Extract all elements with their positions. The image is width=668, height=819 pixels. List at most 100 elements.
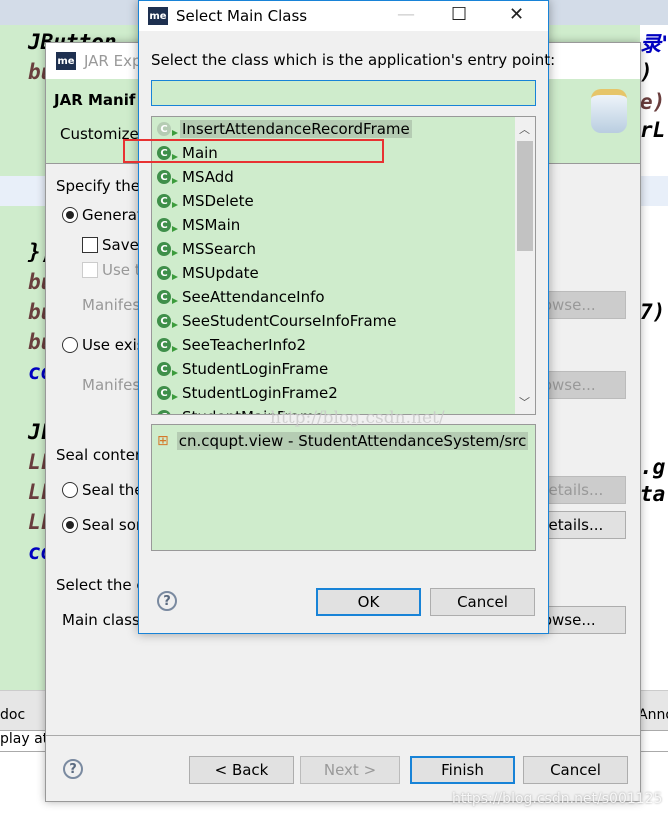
ok-button[interactable]: OK bbox=[316, 588, 421, 616]
code-fragment: 7) bbox=[640, 300, 666, 324]
runnable-icon bbox=[172, 130, 178, 136]
browse-existing-button[interactable]: rowse... bbox=[536, 371, 626, 399]
class-name: StudentLoginFrame2 bbox=[182, 384, 338, 402]
runnable-icon bbox=[172, 274, 178, 280]
class-name: MSUpdate bbox=[182, 264, 259, 282]
class-name: SeeAttendanceInfo bbox=[182, 288, 325, 306]
annotations-tab[interactable]: Anno bbox=[638, 707, 668, 723]
jar-icon bbox=[591, 89, 627, 133]
class-list-item[interactable]: C SeeAttendanceInfo bbox=[152, 285, 535, 309]
page-title: JAR Manif bbox=[54, 91, 136, 109]
manifest-file-label: Manifes bbox=[82, 296, 141, 314]
class-icon: C bbox=[157, 170, 171, 184]
minimize-icon[interactable]: — bbox=[397, 4, 415, 25]
javadoc-tab[interactable]: doc bbox=[0, 707, 25, 723]
package-label: cn.cqupt.view - StudentAttendanceSystem/… bbox=[176, 432, 529, 450]
watermark: http://blog.csdn.net/ bbox=[270, 408, 445, 428]
help-icon[interactable]: ? bbox=[157, 591, 177, 611]
class-list-item[interactable]: C StudentLoginFrame2 bbox=[152, 381, 535, 405]
browse-manifest-button[interactable]: rowse... bbox=[536, 291, 626, 319]
class-list-item[interactable]: C InsertAttendanceRecordFrame bbox=[152, 117, 535, 141]
runnable-icon bbox=[172, 322, 178, 328]
footer-divider bbox=[46, 735, 640, 736]
scroll-up-icon[interactable]: ︿ bbox=[519, 121, 530, 137]
seal-some-packages-radio[interactable] bbox=[62, 517, 78, 533]
seal-jar-radio[interactable] bbox=[62, 482, 78, 498]
browse-main-class-button[interactable]: rowse... bbox=[536, 606, 626, 634]
class-icon: C bbox=[157, 122, 171, 136]
class-icon: C bbox=[157, 242, 171, 256]
use-saved-manifest-label: Use t bbox=[102, 261, 141, 279]
class-list-item[interactable]: C SeeTeacherInfo2 bbox=[152, 333, 535, 357]
next-button[interactable]: Next > bbox=[300, 756, 400, 784]
manifest-file-label-2: Manifes bbox=[82, 376, 141, 394]
class-list-item[interactable]: C StudentLoginFrame bbox=[152, 357, 535, 381]
runnable-icon bbox=[172, 370, 178, 376]
class-list-item[interactable]: C MSSearch bbox=[152, 237, 535, 261]
runnable-icon bbox=[172, 298, 178, 304]
use-existing-manifest-label: Use exis bbox=[82, 336, 145, 354]
generate-manifest-radio[interactable] bbox=[62, 207, 78, 223]
back-button[interactable]: < Back bbox=[189, 756, 294, 784]
jar-dialog-title: JAR Exp bbox=[84, 52, 142, 70]
maximize-icon[interactable]: ☐ bbox=[451, 4, 467, 25]
code-fragment: ta bbox=[640, 482, 666, 506]
main-class-label: Main class: bbox=[62, 611, 145, 629]
select-main-class-dialog: me Select Main Class — ☐ ✕ Select the cl… bbox=[138, 0, 555, 634]
class-icon: C bbox=[157, 314, 171, 328]
class-name: StudentLoginFrame bbox=[182, 360, 329, 378]
specify-label: Specify the bbox=[56, 177, 140, 195]
scrollbar-thumb[interactable] bbox=[517, 141, 533, 251]
save-manifest-label: Save bbox=[102, 236, 139, 254]
package-icon: ⊞ bbox=[157, 433, 169, 449]
runnable-icon bbox=[172, 250, 178, 256]
runnable-icon bbox=[172, 202, 178, 208]
help-icon[interactable]: ? bbox=[63, 759, 83, 779]
close-icon[interactable]: ✕ bbox=[509, 4, 524, 25]
use-saved-manifest-checkbox[interactable] bbox=[82, 262, 98, 278]
class-list-item[interactable]: C SeeStudentCourseInfoFrame bbox=[152, 309, 535, 333]
class-icon: C bbox=[157, 410, 171, 414]
seal-jar-label: Seal the bbox=[82, 481, 144, 499]
cancel-button[interactable]: Cancel bbox=[523, 756, 628, 784]
class-icon: C bbox=[157, 194, 171, 208]
highlight-annotation-box bbox=[123, 139, 384, 163]
code-fragment: rL bbox=[640, 118, 666, 142]
class-list-item[interactable]: C MSMain bbox=[152, 213, 535, 237]
class-filter-input[interactable] bbox=[151, 80, 536, 106]
class-name: InsertAttendanceRecordFrame bbox=[180, 120, 412, 138]
runnable-icon bbox=[172, 394, 178, 400]
use-existing-manifest-radio[interactable] bbox=[62, 337, 78, 353]
save-manifest-checkbox[interactable] bbox=[82, 237, 98, 253]
class-name: MSDelete bbox=[182, 192, 254, 210]
class-name: SeeStudentCourseInfoFrame bbox=[182, 312, 397, 330]
class-name: SeeTeacherInfo2 bbox=[182, 336, 307, 354]
class-icon: C bbox=[157, 218, 171, 232]
watermark: https://blog.csdn.net/s001125 bbox=[452, 791, 663, 807]
code-fragment: .g bbox=[640, 455, 666, 479]
class-icon: C bbox=[157, 290, 171, 304]
entry-point-prompt: Select the class which is the applicatio… bbox=[151, 51, 556, 69]
scroll-down-icon[interactable]: ﹀ bbox=[519, 394, 530, 410]
class-name: MSMain bbox=[182, 216, 241, 234]
package-list[interactable]: ⊞ cn.cqupt.view - StudentAttendanceSyste… bbox=[151, 424, 536, 551]
details-button-2[interactable]: Details... bbox=[536, 511, 626, 539]
class-name: MSSearch bbox=[182, 240, 256, 258]
eclipse-logo-icon: me bbox=[56, 52, 76, 70]
package-item[interactable]: ⊞ cn.cqupt.view - StudentAttendanceSyste… bbox=[152, 429, 535, 453]
class-icon: C bbox=[157, 386, 171, 400]
code-fragment: e) bbox=[640, 90, 666, 114]
details-button-1[interactable]: Details... bbox=[536, 476, 626, 504]
class-icon: C bbox=[157, 266, 171, 280]
code-fragment: 录"); bbox=[640, 32, 668, 56]
runnable-icon bbox=[172, 178, 178, 184]
class-list-item[interactable]: C MSUpdate bbox=[152, 261, 535, 285]
cancel-button[interactable]: Cancel bbox=[430, 588, 535, 616]
finish-button[interactable]: Finish bbox=[410, 756, 515, 784]
class-icon: C bbox=[157, 362, 171, 376]
class-list-scrollbar[interactable]: ︿ ﹀ bbox=[515, 117, 535, 414]
eclipse-logo-icon: me bbox=[148, 7, 168, 25]
class-list-item[interactable]: C MSDelete bbox=[152, 189, 535, 213]
class-list-item[interactable]: C MSAdd bbox=[152, 165, 535, 189]
seal-contents-label: Seal conter bbox=[56, 446, 142, 464]
